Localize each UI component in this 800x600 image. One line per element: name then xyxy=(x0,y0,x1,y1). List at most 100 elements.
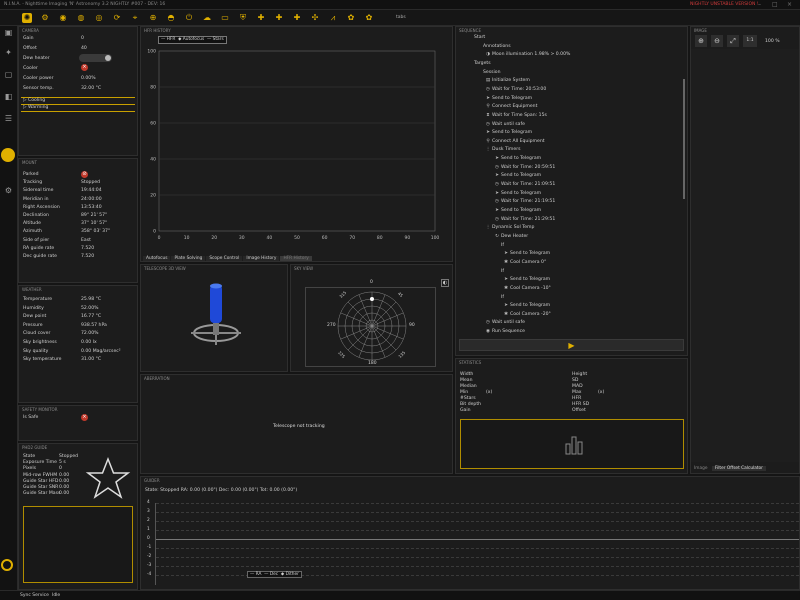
run-sequence-button[interactable]: ▶ xyxy=(459,339,684,351)
sequence-item-icon: ⧗ xyxy=(486,112,490,118)
sequence-item[interactable]: ⧗ Wait for Time Span: 15s xyxy=(484,112,547,120)
hfr-ytick-label: 100 xyxy=(147,49,156,55)
legend-hfr[interactable]: — HFR xyxy=(161,37,175,42)
gear-icon[interactable]: ⚙ xyxy=(40,13,50,23)
sequence-item[interactable]: Start xyxy=(466,34,485,42)
image-canvas[interactable] xyxy=(691,49,799,462)
power-icon[interactable] xyxy=(1,559,13,571)
sequence-item[interactable]: ➤ Send to Telegram xyxy=(484,95,532,103)
sequence-item[interactable]: If xyxy=(493,242,504,250)
sequence-item[interactable]: ➤ Send to Telegram xyxy=(502,302,550,310)
sequence-item[interactable]: ⚲ Connect All Equipment xyxy=(484,138,544,146)
sequence-item[interactable]: ▤ Initialize System xyxy=(484,77,530,85)
info-value: 16.77 °C xyxy=(81,314,102,320)
sequence-item[interactable]: ➤ Send to Telegram xyxy=(493,207,541,215)
sequence-item[interactable]: ➤ Send to Telegram xyxy=(484,129,532,137)
minimize-button[interactable]: – xyxy=(758,1,761,8)
switch-icon[interactable]: ⏻ xyxy=(184,13,194,23)
sequence-item[interactable]: If xyxy=(493,268,504,276)
sequence-item[interactable]: ⋮ Dusk Timers xyxy=(484,146,521,154)
sequence-item-label: Send to Telegram xyxy=(501,173,542,179)
sequence-item[interactable]: ↻ Dew Heater xyxy=(493,233,528,241)
sequence-item[interactable]: ◑ Moon illumination 1.98% > 0.00% xyxy=(484,51,570,59)
zoom-out-button[interactable]: ⊖ xyxy=(711,35,723,47)
sequence-item[interactable]: ➤ Send to Telegram xyxy=(493,155,541,163)
camera-icon[interactable]: ◉ xyxy=(58,13,68,23)
sequence-item[interactable]: Session xyxy=(475,69,501,77)
info-key: Sky quality xyxy=(23,348,49,354)
legend-ra[interactable]: — RA xyxy=(250,572,261,577)
filter-icon[interactable]: ◍ xyxy=(76,13,86,23)
legend-stars[interactable]: — Stars xyxy=(207,37,224,42)
sequence-item[interactable]: ◷ Wait until safe xyxy=(484,319,525,327)
flat-icon[interactable]: ▭ xyxy=(220,13,230,23)
sequence-item[interactable]: ➤ Send to Telegram xyxy=(493,172,541,180)
rotator-icon[interactable]: ⟳ xyxy=(112,13,122,23)
sequence-item[interactable]: ✱ Cool Camera 0° xyxy=(502,259,546,267)
fit-button[interactable]: ⤢ xyxy=(727,35,739,47)
guider-icon[interactable]: ⊕ xyxy=(148,13,158,23)
dsr-icon[interactable]: ✿ xyxy=(364,13,374,23)
sequence-item[interactable]: ⚲ Connect Equipment xyxy=(484,103,537,111)
sequence-item-label: Send to Telegram xyxy=(492,130,533,136)
tab-filter-offset[interactable]: Filter Offset Calculator xyxy=(711,466,766,471)
sequence-item[interactable]: ◷ Wait for Time: 21:19:51 xyxy=(493,198,555,206)
toolbar-tab-label[interactable]: tabs xyxy=(396,15,406,20)
sequence-item[interactable]: ➤ Send to Telegram xyxy=(502,276,550,284)
legend-dec[interactable]: — Dec xyxy=(264,572,278,577)
telescope-icon[interactable]: ⌖ xyxy=(130,13,140,23)
sidebar-item-equipment[interactable]: ▣ xyxy=(2,28,15,40)
sidebar-item-options[interactable]: ⚙ xyxy=(2,186,15,198)
legend-dither[interactable]: ◆ Dither xyxy=(281,572,299,577)
warming-expander[interactable]: ▷ Warming xyxy=(23,104,48,111)
sun-icon[interactable]: ✺ xyxy=(22,13,32,23)
info-key: Declination xyxy=(23,213,49,218)
sidebar-item-sequencer[interactable]: ☰ xyxy=(2,114,15,126)
plugin-icon[interactable]: ✚ xyxy=(274,13,284,23)
sidebar-item-sky-atlas[interactable]: ✦ xyxy=(2,48,15,60)
sequence-item[interactable]: ◷ Wait for Time: 21:29:51 xyxy=(493,216,555,224)
hfr-tab[interactable]: HFR History xyxy=(280,256,312,261)
legend-autofocus[interactable]: ◆ Autofocus xyxy=(178,37,204,42)
sequence-scrollbar[interactable] xyxy=(683,79,685,199)
tab-image[interactable]: Image xyxy=(691,466,710,471)
zoom-1to1-button[interactable]: 1:1 xyxy=(743,35,757,47)
dew-heater-toggle[interactable] xyxy=(79,54,112,62)
plugin-icon[interactable]: ✚ xyxy=(292,13,302,23)
hfr-tab[interactable]: Image History xyxy=(243,256,280,261)
hfr-tab[interactable]: Scope Control xyxy=(206,256,243,261)
focuser-icon[interactable]: ◎ xyxy=(94,13,104,23)
dome-icon[interactable]: ◓ xyxy=(166,13,176,23)
image-tab-bar: Image Filter Offset Calculator xyxy=(691,464,799,474)
safety-icon[interactable]: ⛨ xyxy=(238,13,248,23)
sequence-item[interactable]: ◉ Run Sequence xyxy=(484,328,525,334)
sidebar-item-flat-wizard[interactable]: ◧ xyxy=(2,92,15,104)
hfr-tab[interactable]: Plate Solving xyxy=(171,256,206,261)
sequence-item[interactable]: ✱ Cool Camera -10° xyxy=(502,285,551,293)
weather-icon[interactable]: ☁ xyxy=(202,13,212,23)
sequence-item[interactable]: Targets xyxy=(466,60,491,68)
sidebar-item-imaging[interactable] xyxy=(1,148,15,162)
close-button[interactable]: × xyxy=(787,1,792,8)
sequence-item[interactable]: ◷ Wait until safe xyxy=(484,121,525,129)
cooling-expander[interactable]: ▷ Cooling xyxy=(23,97,45,104)
sequence-item[interactable]: ◷ Wait for Time: 20:59:51 xyxy=(493,164,555,172)
sequence-item[interactable]: ➤ Send to Telegram xyxy=(502,250,550,258)
puzzle-icon[interactable]: ✣ xyxy=(310,13,320,23)
sequence-item[interactable]: ◷ Wait for Time: 20:53:00 xyxy=(484,86,546,94)
info-value: 0.00 xyxy=(59,491,70,497)
sequence-item[interactable]: ✱ Cool Camera -20° xyxy=(502,311,551,319)
dsr-icon[interactable]: ✿ xyxy=(346,13,356,23)
chart-icon[interactable]: ⩘ xyxy=(328,13,338,23)
skyview-options-icon[interactable]: ◐ xyxy=(441,279,449,287)
sequence-item[interactable]: Annotations xyxy=(475,43,511,51)
sidebar-item-framing[interactable]: ▢ xyxy=(2,70,15,82)
plugin-icon[interactable]: ✚ xyxy=(256,13,266,23)
sequence-item[interactable]: ◷ Wait for Time: 21:09:51 xyxy=(493,181,555,189)
zoom-in-button[interactable]: ⊕ xyxy=(695,35,707,47)
sequence-item[interactable]: ➤ Send to Telegram xyxy=(493,190,541,198)
maximize-button[interactable]: □ xyxy=(772,1,778,8)
sequence-item[interactable]: ⋮ Dynamic Sol Temp xyxy=(484,224,535,232)
sequence-item[interactable]: If xyxy=(493,294,504,302)
hfr-tab[interactable]: Autofocus xyxy=(143,256,171,261)
